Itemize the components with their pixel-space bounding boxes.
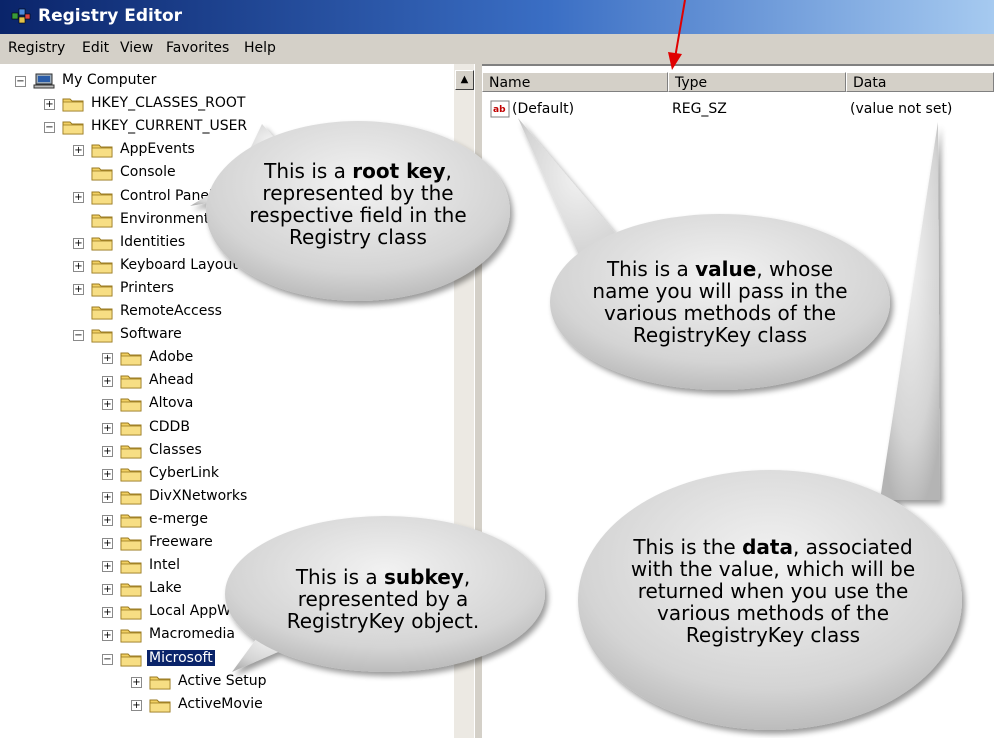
callout-value-pre: This is a [606, 257, 696, 281]
callout-subkey-bold: subkey [384, 565, 464, 589]
callout-root-key-pre: This is a [264, 159, 353, 183]
callout-data-bold: data [742, 535, 793, 559]
callout-texts: This is a root key, represented by the r… [0, 0, 994, 738]
callout-text-subkey: This is a subkey, represented by a Regis… [268, 566, 498, 632]
callout-text-root-key: This is a root key, represented by the r… [218, 160, 498, 248]
callout-data-pre: This is the [633, 535, 743, 559]
callout-subkey-pre: This is a [295, 565, 384, 589]
callout-value-bold: value [695, 257, 757, 281]
callout-text-data: This is the data, associated with the va… [618, 536, 928, 646]
callout-text-value: This is a value, whose name you will pas… [590, 258, 850, 346]
callout-root-key-bold: root key [352, 159, 446, 183]
